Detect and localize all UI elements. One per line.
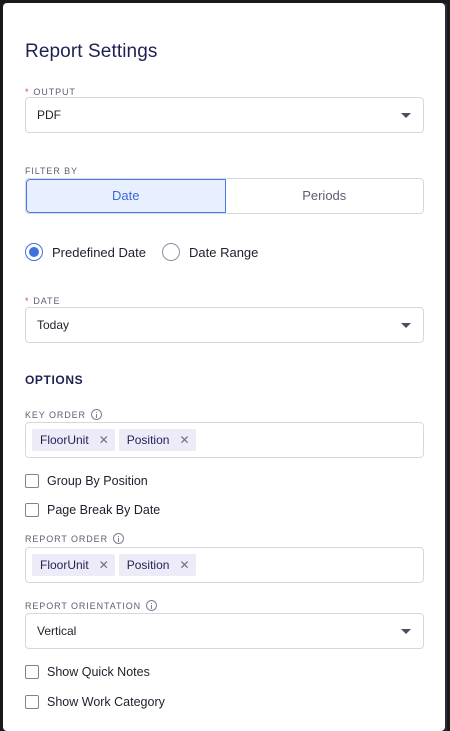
report-settings-panel: Report Settings * OUTPUT PDF FILTER BY Da… — [3, 3, 445, 731]
report-order-label: REPORT ORDER — [25, 533, 124, 544]
date-range-radio-row[interactable]: Date Range — [162, 242, 258, 262]
key-order-chip-position: Position ✕ — [118, 429, 196, 451]
predefined-date-radio[interactable] — [25, 243, 43, 261]
report-orientation-label: REPORT ORIENTATION — [25, 600, 158, 611]
report-orientation-select[interactable]: Vertical — [25, 613, 424, 649]
report-orientation-value: Vertical — [37, 624, 77, 638]
chip-label: FloorUnit — [40, 433, 89, 447]
chip-label: FloorUnit — [40, 558, 89, 572]
filter-by-label: FILTER BY — [25, 166, 78, 176]
show-work-category-checkbox[interactable] — [25, 695, 39, 709]
filter-by-periods-button[interactable]: Periods — [225, 179, 423, 213]
page-title: Report Settings — [25, 41, 158, 62]
chip-label: Position — [126, 433, 170, 447]
info-icon[interactable] — [146, 600, 158, 611]
required-mark: * — [25, 296, 30, 306]
page-break-by-date-checkbox[interactable] — [25, 503, 39, 517]
report-order-chip-position: Position ✕ — [118, 554, 196, 576]
key-order-chip-floorunit: FloorUnit ✕ — [32, 429, 115, 451]
chip-label: Position — [126, 558, 170, 572]
filter-by-date-button[interactable]: Date — [26, 179, 226, 213]
date-label: * DATE — [25, 296, 60, 306]
close-icon[interactable]: ✕ — [179, 434, 189, 446]
date-range-label: Date Range — [189, 244, 259, 260]
required-mark: * — [25, 87, 30, 97]
date-range-radio[interactable] — [162, 243, 180, 261]
output-select-value: PDF — [37, 108, 61, 122]
close-icon[interactable]: ✕ — [179, 559, 189, 571]
chevron-down-icon — [401, 323, 411, 328]
output-label: * OUTPUT — [25, 87, 76, 97]
report-order-input[interactable]: FloorUnit ✕ Position ✕ — [25, 547, 424, 583]
predefined-date-radio-row[interactable]: Predefined Date — [25, 242, 146, 262]
key-order-label: KEY ORDER — [25, 409, 102, 420]
filter-by-toggle: Date Periods — [25, 178, 424, 214]
report-order-label-text: REPORT ORDER — [25, 534, 108, 544]
key-order-input[interactable]: FloorUnit ✕ Position ✕ — [25, 422, 424, 458]
date-select-value: Today — [37, 318, 70, 332]
show-work-category-row[interactable]: Show Work Category — [25, 694, 165, 710]
report-orientation-label-text: REPORT ORIENTATION — [25, 601, 142, 611]
group-by-position-label: Group By Position — [47, 474, 148, 488]
show-quick-notes-checkbox[interactable] — [25, 665, 39, 679]
show-work-category-label: Show Work Category — [47, 695, 165, 709]
info-icon[interactable] — [90, 409, 102, 420]
show-quick-notes-row[interactable]: Show Quick Notes — [25, 664, 150, 680]
show-quick-notes-label: Show Quick Notes — [47, 665, 150, 679]
chevron-down-icon — [401, 629, 411, 634]
close-icon[interactable]: ✕ — [99, 434, 109, 446]
chevron-down-icon — [401, 113, 411, 118]
page-break-by-date-label: Page Break By Date — [47, 503, 161, 517]
group-by-position-row[interactable]: Group By Position — [25, 473, 148, 489]
page-break-by-date-row[interactable]: Page Break By Date — [25, 502, 160, 518]
date-select[interactable]: Today — [25, 307, 424, 343]
date-label-text: DATE — [33, 296, 61, 306]
options-heading: OPTIONS — [25, 373, 84, 387]
key-order-label-text: KEY ORDER — [25, 410, 86, 420]
output-label-text: OUTPUT — [33, 87, 76, 97]
close-icon[interactable]: ✕ — [99, 559, 109, 571]
scrollbar[interactable] — [445, 3, 447, 731]
output-select[interactable]: PDF — [25, 97, 424, 133]
predefined-date-label: Predefined Date — [52, 244, 146, 260]
report-order-chip-floorunit: FloorUnit ✕ — [32, 554, 115, 576]
group-by-position-checkbox[interactable] — [25, 474, 39, 488]
info-icon[interactable] — [112, 533, 124, 544]
